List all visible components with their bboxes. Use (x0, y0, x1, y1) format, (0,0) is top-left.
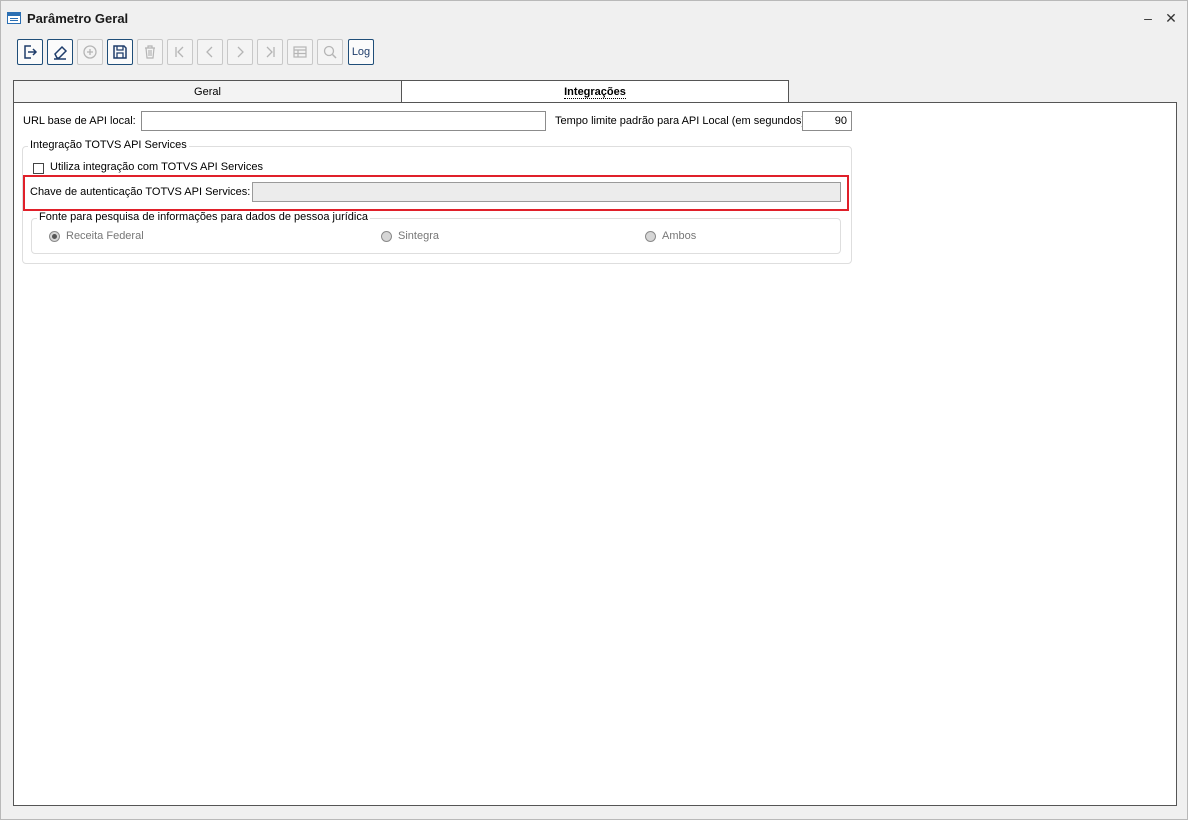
use-api-services-label: Utiliza integração com TOTVS API Service… (50, 161, 263, 173)
radio-sintegra[interactable] (381, 231, 392, 242)
search-icon (323, 45, 337, 59)
api-services-group-title: Integração TOTVS API Services (28, 139, 189, 151)
timeout-input[interactable] (802, 111, 852, 131)
tab-integracoes-label: Integrações (564, 86, 626, 99)
auth-key-input[interactable] (252, 182, 841, 202)
url-input[interactable] (141, 111, 546, 131)
tab-strip: Geral Integrações (13, 80, 1177, 104)
tab-geral-label: Geral (194, 86, 221, 98)
log-button[interactable]: Log (348, 39, 374, 65)
grid-button[interactable] (287, 39, 313, 65)
radio-sintegra-label: Sintegra (398, 230, 439, 242)
table-icon (293, 46, 307, 58)
save-button[interactable] (107, 39, 133, 65)
tab-integracoes[interactable]: Integrações (401, 80, 789, 104)
source-group-title: Fonte para pesquisa de informações para … (37, 211, 370, 223)
auth-key-label: Chave de autenticação TOTVS API Services… (30, 186, 251, 198)
title-bar: Parâmetro Geral – ✕ (1, 1, 1187, 35)
first-icon (175, 46, 184, 58)
tab-geral[interactable]: Geral (13, 80, 402, 102)
log-button-label: Log (351, 46, 371, 58)
exit-button[interactable] (17, 39, 43, 65)
last-icon (266, 46, 275, 58)
timeout-label: Tempo limite padrão para API Local (em s… (555, 115, 809, 127)
window-title: Parâmetro Geral (27, 11, 129, 26)
search-button[interactable] (317, 39, 343, 65)
trash-icon (145, 45, 155, 59)
prev-icon (206, 46, 213, 58)
next-button[interactable] (227, 39, 253, 65)
delete-button[interactable] (137, 39, 163, 65)
radio-receita-federal[interactable] (49, 231, 60, 242)
plus-circle-icon (83, 45, 97, 59)
radio-ambos-label: Ambos (662, 230, 697, 242)
save-icon (113, 45, 127, 59)
next-icon (237, 46, 244, 58)
eraser-icon (54, 45, 68, 60)
minimize-button[interactable]: – (1139, 9, 1157, 27)
tab-panel: URL base de API local: Tempo limite padr… (13, 102, 1177, 806)
first-button[interactable] (167, 39, 193, 65)
last-button[interactable] (257, 39, 283, 65)
radio-ambos[interactable] (645, 231, 656, 242)
url-label: URL base de API local: (23, 115, 136, 127)
add-button[interactable] (77, 39, 103, 65)
exit-icon (24, 45, 38, 59)
close-button[interactable]: ✕ (1162, 9, 1180, 27)
prev-button[interactable] (197, 39, 223, 65)
window: Parâmetro Geral – ✕ Log Geral Integraçõe… (0, 0, 1188, 820)
radio-receita-federal-label: Receita Federal (66, 230, 144, 242)
use-api-services-checkbox[interactable] (33, 163, 44, 174)
clear-button[interactable] (47, 39, 73, 65)
app-form-icon (7, 12, 21, 24)
